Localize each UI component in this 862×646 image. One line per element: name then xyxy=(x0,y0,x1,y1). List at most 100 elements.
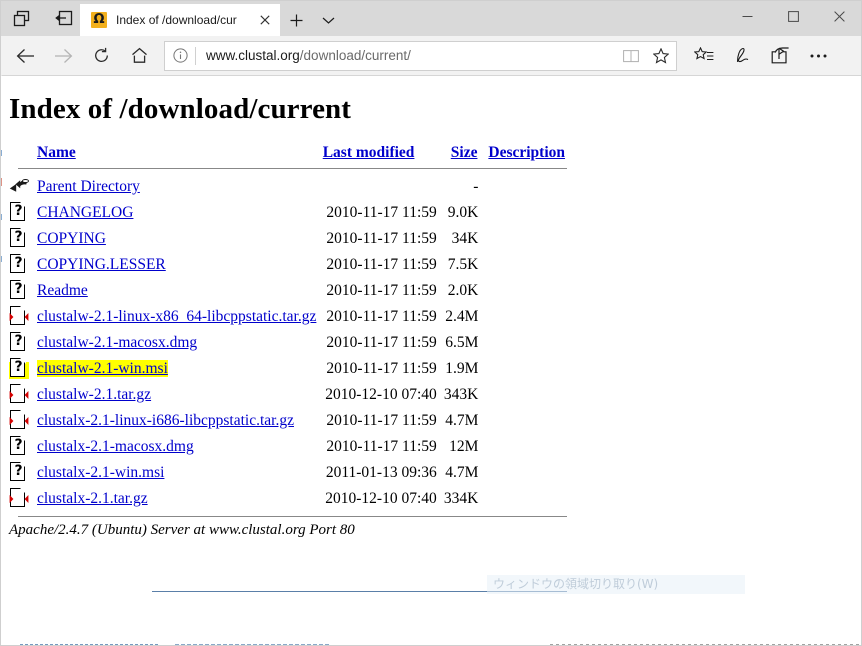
question-mark-glyph: ? xyxy=(14,281,23,297)
row-size-cell: 1.9M xyxy=(445,360,479,377)
set-tabs-aside-icon[interactable] xyxy=(51,6,75,30)
maximize-button[interactable] xyxy=(770,0,816,32)
reading-view-icon[interactable] xyxy=(616,42,646,70)
unknown-file-icon: ? xyxy=(9,253,29,275)
row-size-cell: 9.0K xyxy=(447,204,479,221)
file-link[interactable]: COPYING.LESSER xyxy=(37,256,166,273)
file-link[interactable]: clustalw-2.1.tar.gz xyxy=(37,386,151,403)
row-name-cell[interactable]: Readme xyxy=(37,278,323,304)
tab-title: Index of /download/cur xyxy=(116,13,237,27)
row-name-cell[interactable]: COPYING xyxy=(37,226,323,252)
column-header-description[interactable]: Description xyxy=(478,144,567,164)
row-name-cell[interactable]: clustalx-2.1.tar.gz xyxy=(37,486,323,512)
file-link[interactable]: clustalw-2.1-macosx.dmg xyxy=(37,334,197,351)
file-link[interactable]: clustalx-2.1-win.msi xyxy=(37,464,164,481)
row-icon-cell xyxy=(9,382,37,408)
row-name-cell[interactable]: clustalw-2.1.tar.gz xyxy=(37,382,323,408)
browser-tab[interactable]: Ω Index of /download/cur xyxy=(80,4,280,36)
chevron-down-icon[interactable] xyxy=(312,4,344,36)
footer-rule-row xyxy=(9,512,567,522)
address-input[interactable]: www.clustal.org/download/current/ xyxy=(196,48,616,63)
row-description-cell xyxy=(478,382,567,408)
table-row: clustalx-2.1.tar.gz 2010-12-10 07:40 334K xyxy=(9,486,567,512)
row-name-cell[interactable]: Parent Directory xyxy=(37,174,323,200)
row-icon-cell xyxy=(9,408,37,434)
row-icon-cell: ? xyxy=(9,200,37,226)
compressed-file-icon xyxy=(9,487,29,509)
navigation-bar: www.clustal.org/download/current/ xyxy=(0,36,862,76)
close-button[interactable] xyxy=(816,0,862,32)
row-name-cell[interactable]: clustalw-2.1-linux-x86_64-libcppstatic.t… xyxy=(37,304,323,330)
refresh-button[interactable] xyxy=(82,39,120,73)
tab-preview-icon[interactable] xyxy=(9,6,33,30)
row-date-cell xyxy=(323,174,437,200)
unknown-file-icon: ? xyxy=(9,201,29,223)
new-tab-icon[interactable] xyxy=(280,4,312,36)
column-header-size-link[interactable]: Size xyxy=(451,144,478,161)
table-row: ? clustalw-2.1-win.msi 2010-11-17 11:59 1.9… xyxy=(9,356,567,382)
file-link[interactable]: COPYING xyxy=(37,230,106,247)
page-title: Index of /download/current xyxy=(9,93,352,125)
star-icon[interactable] xyxy=(646,42,676,70)
row-name-cell[interactable]: CHANGELOG xyxy=(37,200,323,226)
file-link[interactable]: clustalx-2.1.tar.gz xyxy=(37,490,148,507)
table-row: clustalw-2.1-linux-x86_64-libcppstatic.t… xyxy=(9,304,567,330)
unknown-file-icon: ? xyxy=(9,331,29,353)
file-link[interactable]: clustalx-2.1-macosx.dmg xyxy=(37,438,194,455)
home-button[interactable] xyxy=(120,39,158,73)
forward-button[interactable] xyxy=(44,39,82,73)
favorites-hub-icon[interactable] xyxy=(685,39,723,73)
question-mark-glyph: ? xyxy=(14,333,23,349)
column-header-name-link[interactable]: Name xyxy=(37,144,76,161)
row-icon-cell xyxy=(9,174,37,200)
compressed-file-icon xyxy=(9,383,29,405)
archive-arrows xyxy=(9,313,29,321)
file-link[interactable]: clustalx-2.1-linux-i686-libcppstatic.tar… xyxy=(37,412,294,429)
file-link[interactable]: clustalw-2.1-win.msi xyxy=(37,360,168,377)
address-path: /download/current/ xyxy=(299,48,411,63)
row-name-cell[interactable]: clustalw-2.1-macosx.dmg xyxy=(37,330,323,356)
row-name-cell[interactable]: clustalw-2.1-win.msi xyxy=(37,356,323,382)
compressed-file-icon xyxy=(9,305,29,327)
row-description-cell xyxy=(478,200,567,226)
share-icon[interactable] xyxy=(761,39,799,73)
table-row: clustalw-2.1.tar.gz 2010-12-10 07:40 343K xyxy=(9,382,567,408)
file-link[interactable]: Readme xyxy=(37,282,88,299)
column-header-description-link[interactable]: Description xyxy=(488,144,565,161)
row-date-cell: 2010-11-17 11:59 xyxy=(326,256,437,273)
archive-arrows xyxy=(9,495,29,503)
table-row: clustalx-2.1-linux-i686-libcppstatic.tar… xyxy=(9,408,567,434)
unknown-file-icon: ? xyxy=(9,357,29,379)
minimize-button[interactable] xyxy=(724,0,770,32)
archive-arrows xyxy=(9,391,29,399)
column-header-last-modified-link[interactable]: Last modified xyxy=(323,144,415,161)
column-header-size[interactable]: Size xyxy=(437,144,479,164)
archive-arrows xyxy=(9,417,29,425)
column-header-name[interactable]: Name xyxy=(37,144,323,164)
back-button[interactable] xyxy=(6,39,44,73)
row-icon-cell: ? xyxy=(9,460,37,486)
question-mark-glyph: ? xyxy=(14,255,23,271)
more-icon[interactable] xyxy=(799,39,837,73)
question-mark-glyph: ? xyxy=(14,463,23,479)
row-size-cell: 2.0K xyxy=(447,282,479,299)
file-link[interactable]: clustalw-2.1-linux-x86_64-libcppstatic.t… xyxy=(37,308,316,325)
address-bar[interactable]: www.clustal.org/download/current/ xyxy=(164,40,677,71)
info-icon[interactable] xyxy=(165,42,195,70)
row-name-cell[interactable]: COPYING.LESSER xyxy=(37,252,323,278)
row-date-cell: 2010-11-17 11:59 xyxy=(326,360,437,377)
row-size-cell: - xyxy=(473,178,479,195)
web-notes-icon[interactable] xyxy=(723,39,761,73)
tab-close-icon[interactable] xyxy=(254,9,276,31)
row-icon-cell: ? xyxy=(9,356,37,382)
row-name-cell[interactable]: clustalx-2.1-macosx.dmg xyxy=(37,434,323,460)
row-name-cell[interactable]: clustalx-2.1-win.msi xyxy=(37,460,323,486)
column-header-last-modified[interactable]: Last modified xyxy=(323,144,437,164)
table-row: ? COPYING.LESSER 2010-11-17 11:59 7.5K xyxy=(9,252,567,278)
row-name-cell[interactable]: clustalx-2.1-linux-i686-libcppstatic.tar… xyxy=(37,408,323,434)
question-mark-glyph: ? xyxy=(14,437,23,453)
row-description-cell xyxy=(478,278,567,304)
row-size-cell: 4.7M xyxy=(445,464,479,481)
file-link[interactable]: CHANGELOG xyxy=(37,204,133,221)
parent-directory-link[interactable]: Parent Directory xyxy=(37,178,140,195)
